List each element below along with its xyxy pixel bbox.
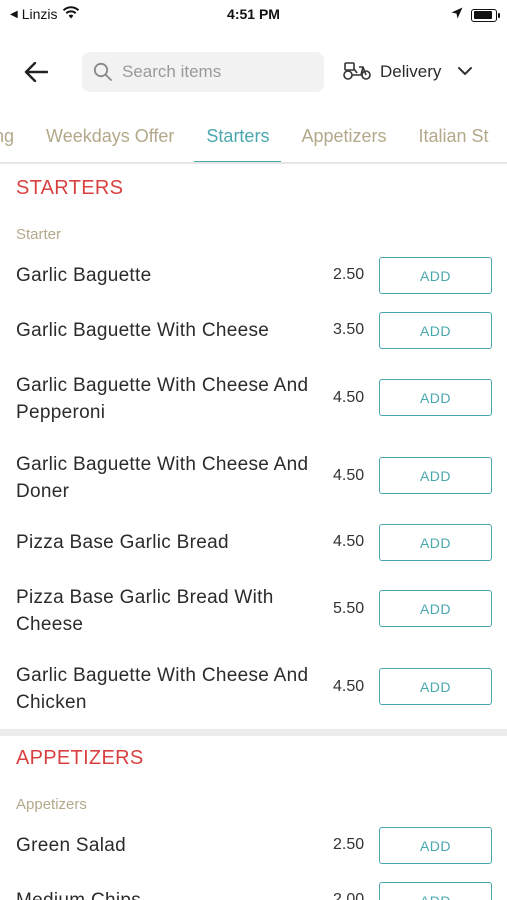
- item-name: Garlic Baguette With Cheese: [16, 320, 270, 341]
- chevron-down-icon: [457, 63, 473, 81]
- add-button[interactable]: ADD: [379, 882, 492, 900]
- item-price: 2.00: [333, 891, 365, 900]
- location-arrow-icon: [451, 6, 463, 24]
- header: Delivery: [0, 46, 507, 98]
- add-button[interactable]: ADD: [379, 379, 492, 416]
- back-button[interactable]: [20, 58, 52, 86]
- item-name: Pizza Base Garlic Bread With Cheese: [16, 587, 274, 635]
- add-button[interactable]: ADD: [379, 524, 492, 561]
- tab-appetizers[interactable]: Appetizers: [289, 110, 398, 162]
- item-name: Green Salad: [16, 835, 126, 856]
- status-time: 4:51 PM: [227, 6, 280, 22]
- item-name: Garlic Baguette: [16, 265, 152, 286]
- item-price: 4.50: [333, 678, 365, 695]
- item-price: 2.50: [333, 266, 365, 283]
- section-subtitle-appetizers: Appetizers: [16, 796, 87, 813]
- battery-icon: [471, 8, 500, 22]
- add-button[interactable]: ADD: [379, 827, 492, 864]
- item-name: Garlic Baguette With Cheese And Doner: [16, 454, 309, 502]
- back-arrow-icon: [24, 62, 48, 82]
- tab-weekdays-offer[interactable]: Weekdays Offer: [34, 110, 186, 162]
- tab-starters[interactable]: Starters: [194, 110, 282, 162]
- add-button[interactable]: ADD: [379, 590, 492, 627]
- item-name: Garlic Baguette With Cheese And Chicken: [16, 665, 309, 713]
- search-icon: [92, 61, 114, 83]
- item-price: 5.50: [333, 600, 365, 617]
- delivery-selector[interactable]: Delivery: [342, 52, 473, 92]
- item-name: Pizza Base Garlic Bread: [16, 532, 229, 553]
- add-button[interactable]: ADD: [379, 312, 492, 349]
- add-button[interactable]: ADD: [379, 457, 492, 494]
- status-right: [451, 6, 500, 24]
- section-title-appetizers: APPETIZERS: [16, 747, 144, 769]
- add-button[interactable]: ADD: [379, 257, 492, 294]
- search-box[interactable]: [82, 52, 324, 92]
- item-name: Medium Chips: [16, 887, 316, 900]
- tab-partial[interactable]: ing: [0, 110, 26, 162]
- section-subtitle-starters: Starter: [16, 226, 62, 243]
- status-bar: ◀ Linzis 4:51 PM: [0, 0, 507, 28]
- search-input[interactable]: [122, 62, 312, 82]
- item-price: 3.50: [333, 321, 365, 338]
- item-name: Garlic Baguette With Cheese And Pepperon…: [16, 375, 309, 423]
- item-price: 2.50: [333, 836, 365, 853]
- item-price: 4.50: [333, 533, 365, 550]
- tab-italian[interactable]: Italian St: [407, 110, 501, 162]
- delivery-label: Delivery: [380, 62, 442, 81]
- section-title-starters: STARTERS: [16, 177, 124, 199]
- category-tabs-scroller[interactable]: ing Weekdays Offer Starters Appetizers I…: [0, 110, 507, 162]
- section-divider: [0, 729, 507, 736]
- add-button[interactable]: ADD: [379, 668, 492, 705]
- item-price: 4.50: [333, 389, 365, 406]
- battery-level: [473, 11, 493, 19]
- scooter-icon: [342, 59, 372, 86]
- item-price: 4.50: [333, 467, 365, 484]
- category-tabs: ing Weekdays Offer Starters Appetizers I…: [0, 110, 507, 164]
